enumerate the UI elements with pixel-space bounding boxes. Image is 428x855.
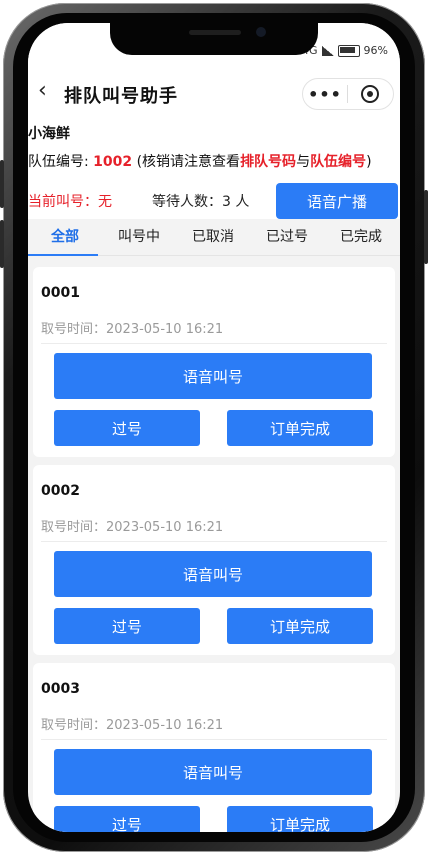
status-icons: 4G 96%: [302, 44, 388, 57]
team-prefix: 队伍编号:: [28, 154, 94, 170]
current-call: 当前叫号：无: [28, 194, 112, 210]
shop-name: 小海鲜: [28, 126, 70, 142]
tab-passed[interactable]: 已过号: [250, 219, 324, 255]
shop-info: 小海鲜 队伍编号: 1002 (核销请注意查看排队号码与队伍编号) 当前叫号：无…: [28, 123, 400, 219]
voice-call-button[interactable]: 语音叫号: [54, 353, 372, 399]
tab-completed[interactable]: 已完成: [324, 219, 398, 255]
ticket-time-value: 2023-05-10 16:21: [106, 718, 224, 733]
team-note-start: (核销请注意查看: [132, 154, 241, 170]
ticket-time: 取号时间：2023-05-10 16:21: [41, 318, 223, 337]
ticket-list: 0001 取号时间：2023-05-10 16:21 语音叫号 过号 订单完成 …: [33, 267, 395, 832]
ticket-number: 0001: [41, 285, 80, 301]
team-number: 1002: [93, 154, 133, 170]
nav-bar: ‹ 排队叫号助手 •••: [28, 63, 400, 123]
volume-up-button: [0, 160, 4, 208]
order-complete-button[interactable]: 订单完成: [227, 410, 373, 446]
ticket-number: 0002: [41, 483, 80, 499]
status-tabs: 全部 叫号中 已取消 已过号 已完成: [28, 219, 400, 256]
notch: [110, 23, 318, 55]
ticket-time: 取号时间：2023-05-10 16:21: [41, 714, 223, 733]
card-divider: [41, 343, 387, 344]
tab-all[interactable]: 全部: [28, 219, 102, 256]
ticket-time: 取号时间：2023-05-10 16:21: [41, 516, 223, 535]
target-icon[interactable]: [348, 85, 392, 103]
ticket-number: 0003: [41, 681, 80, 697]
queue-status: 当前叫号：无 等待人数：3 人 语音广播: [28, 183, 400, 219]
team-note-team: 队伍编号: [310, 154, 367, 170]
team-note-mid: 与: [296, 154, 311, 170]
ticket-time-value: 2023-05-10 16:21: [106, 322, 224, 337]
ticket-time-label: 取号时间：: [41, 520, 107, 535]
team-number-line: 队伍编号: 1002 (核销请注意查看排队号码与队伍编号): [28, 151, 372, 171]
chevron-left-icon[interactable]: ‹: [38, 79, 47, 103]
volume-down-button: [0, 220, 4, 268]
ticket-card: 0001 取号时间：2023-05-10 16:21 语音叫号 过号 订单完成: [33, 267, 395, 457]
ticket-card: 0003 取号时间：2023-05-10 16:21 语音叫号 过号 订单完成: [33, 663, 395, 832]
tab-cancelled[interactable]: 已取消: [176, 219, 250, 255]
ticket-time-label: 取号时间：: [41, 322, 107, 337]
card-divider: [41, 739, 387, 740]
pass-button[interactable]: 过号: [54, 608, 200, 644]
tab-calling[interactable]: 叫号中: [102, 219, 176, 255]
ticket-time-value: 2023-05-10 16:21: [106, 520, 224, 535]
signal-icon: [321, 45, 334, 56]
voice-broadcast-button[interactable]: 语音广播: [276, 183, 398, 219]
speaker: [189, 30, 241, 35]
waiting-count: 等待人数：3 人: [152, 194, 250, 210]
battery-level: 96%: [363, 44, 388, 57]
camera-icon: [256, 27, 266, 37]
screen: 4:21 4G 96% ‹ 排队叫号助手 ••• 小海鲜 队伍编号: 1002 …: [28, 23, 400, 832]
voice-call-button[interactable]: 语音叫号: [54, 749, 372, 795]
ticket-card: 0002 取号时间：2023-05-10 16:21 语音叫号 过号 订单完成: [33, 465, 395, 655]
order-complete-button[interactable]: 订单完成: [227, 608, 373, 644]
voice-call-button[interactable]: 语音叫号: [54, 551, 372, 597]
pass-button[interactable]: 过号: [54, 806, 200, 832]
power-button: [424, 190, 428, 264]
ticket-time-label: 取号时间：: [41, 718, 107, 733]
team-note-queue: 排队号码: [240, 154, 297, 170]
card-divider: [41, 541, 387, 542]
pass-button[interactable]: 过号: [54, 410, 200, 446]
more-dots-icon[interactable]: •••: [303, 85, 347, 104]
order-complete-button[interactable]: 订单完成: [227, 806, 373, 832]
battery-icon: [337, 44, 360, 57]
team-note-end: ): [366, 154, 372, 170]
page-title: 排队叫号助手: [64, 86, 178, 107]
mini-program-capsule: •••: [302, 78, 394, 110]
